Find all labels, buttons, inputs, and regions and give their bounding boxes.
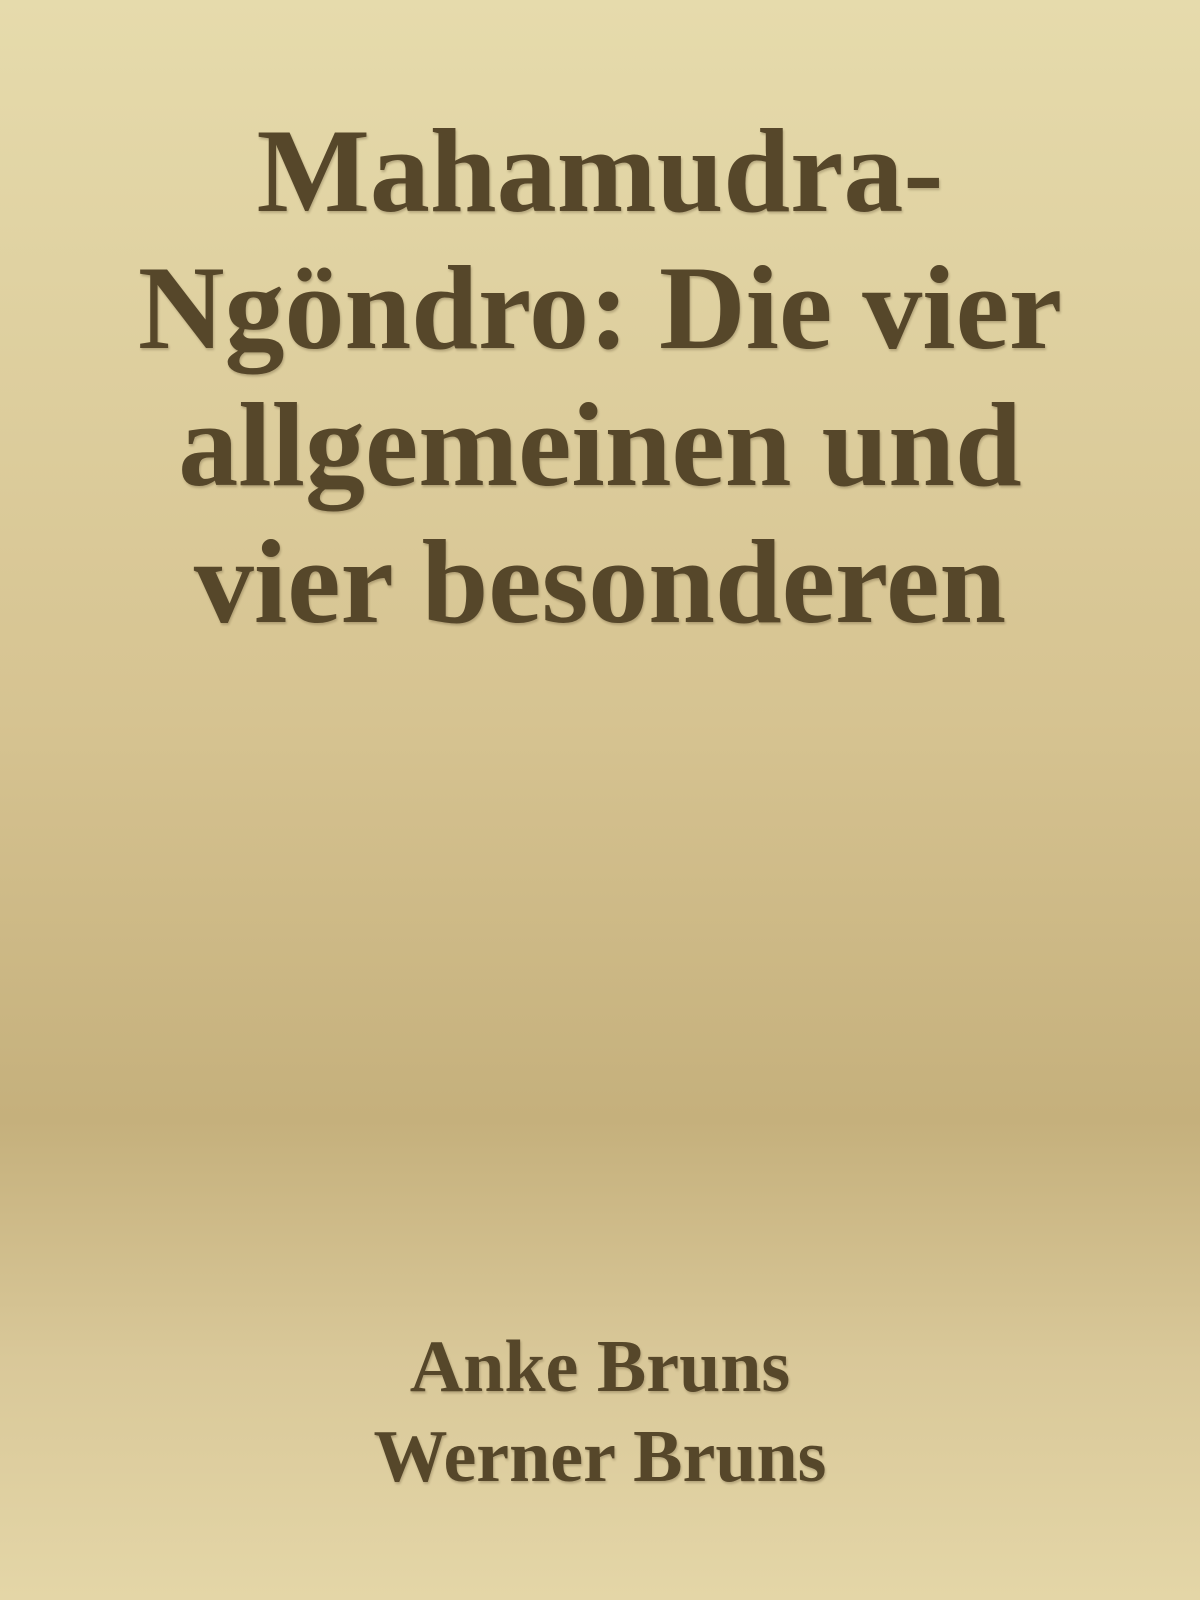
book-cover: Mahamudra-Ngöndro: Die vier allgemeinen … [0,0,1200,1600]
author-name: Werner Bruns [373,1416,827,1498]
author-list: Anke Bruns Werner Bruns [100,1322,1100,1502]
book-title: Mahamudra-Ngöndro: Die vier allgemeinen … [137,104,1063,648]
author-name: Anke Bruns [409,1326,791,1408]
